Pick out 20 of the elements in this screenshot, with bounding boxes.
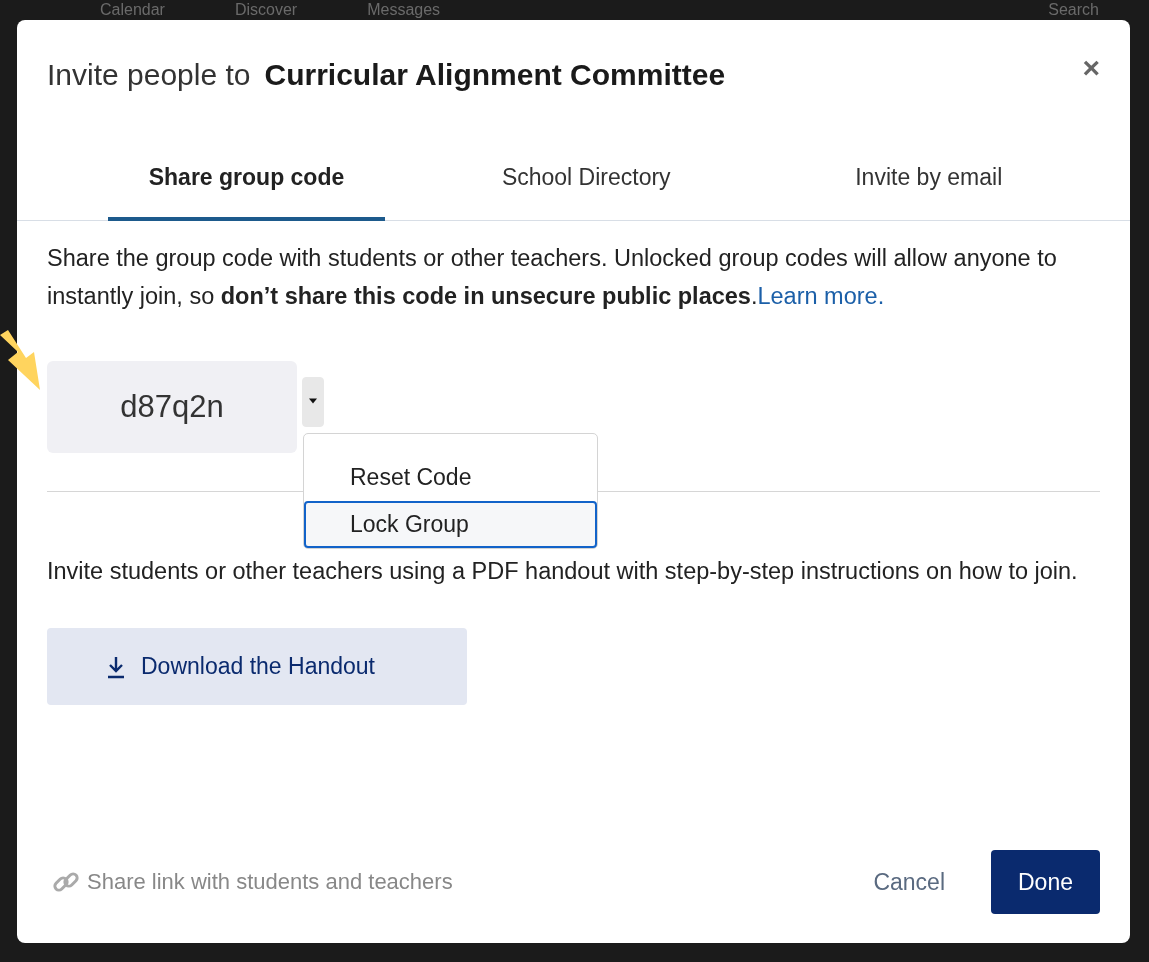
learn-more-link[interactable]: Learn more.: [757, 283, 885, 309]
done-button[interactable]: Done: [991, 850, 1100, 914]
tab[interactable]: Share group code: [108, 150, 385, 221]
handout-text: Invite students or other teachers using a PDF handout with step-by-step instructions on how to join.: [47, 557, 1079, 586]
dialog-title: Invite people to: [47, 58, 251, 92]
download-icon: [105, 654, 127, 679]
download-button[interactable]: Download the Handout: [47, 628, 467, 705]
tab[interactable]: School Directory: [445, 150, 728, 221]
caret-icon: [309, 398, 317, 404]
menu-item[interactable]: Reset Code: [304, 454, 597, 501]
arrow-icon: [0, 330, 40, 390]
cancel-button[interactable]: Cancel: [867, 867, 951, 897]
dropdown-button[interactable]: [302, 377, 324, 427]
group-name: Curricular Alignment Committee: [264, 58, 726, 92]
tab[interactable]: Invite by email: [787, 150, 1070, 221]
share-link[interactable]: Share link with students and teachers: [51, 867, 453, 897]
group-code: d87q2n: [47, 361, 297, 453]
close-button[interactable]: ×: [1082, 58, 1100, 78]
intro-text: Share the group code with students or other teachers. Unlocked group codes will allow anyone to instantly join, so don’t share this code in unsecure public places.Learn more.: [47, 244, 1058, 311]
menu-item[interactable]: Lock Group: [304, 501, 597, 548]
